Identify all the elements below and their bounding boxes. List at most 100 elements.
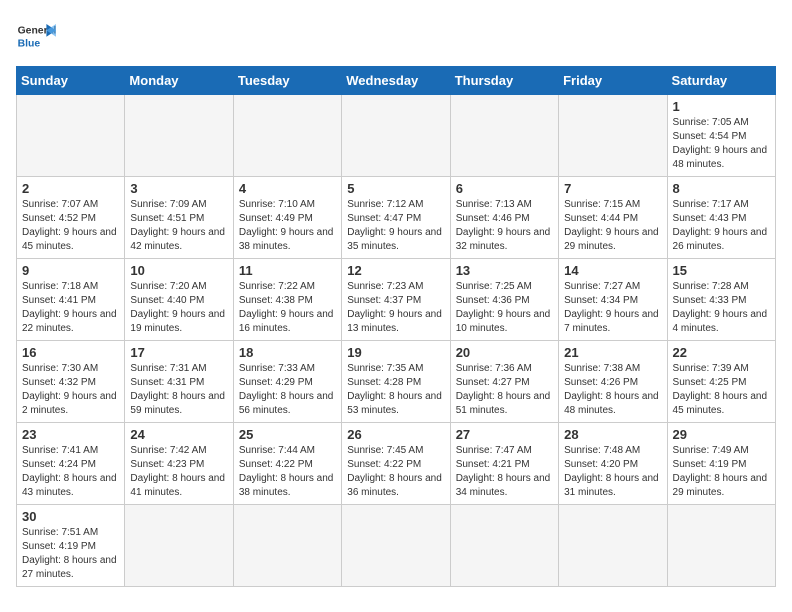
day-number: 12 [347, 263, 444, 278]
day-info: Sunrise: 7:10 AM Sunset: 4:49 PM Dayligh… [239, 198, 336, 254]
day-number: 21 [564, 345, 661, 360]
day-info: Sunrise: 7:30 AM Sunset: 4:32 PM Dayligh… [22, 362, 119, 418]
calendar-cell [559, 505, 667, 587]
calendar-cell: 30 Sunrise: 7:51 AM Sunset: 4:19 PM Dayli… [17, 505, 125, 587]
day-info: Sunrise: 7:51 AM Sunset: 4:19 PM Dayligh… [22, 526, 119, 582]
calendar-cell: 25 Sunrise: 7:44 AM Sunset: 4:22 PM Dayli… [233, 423, 341, 505]
day-info: Sunrise: 7:15 AM Sunset: 4:44 PM Dayligh… [564, 198, 661, 254]
calendar-cell: 3 Sunrise: 7:09 AM Sunset: 4:51 PM Daylig… [125, 177, 233, 259]
day-info: Sunrise: 7:31 AM Sunset: 4:31 PM Dayligh… [130, 362, 227, 418]
calendar-cell: 9 Sunrise: 7:18 AM Sunset: 4:41 PM Daylig… [17, 259, 125, 341]
day-number: 11 [239, 263, 336, 278]
day-number: 9 [22, 263, 119, 278]
day-info: Sunrise: 7:47 AM Sunset: 4:21 PM Dayligh… [456, 444, 553, 500]
calendar-week-row: 1 Sunrise: 7:05 AM Sunset: 4:54 PM Daylig… [17, 95, 776, 177]
weekday-header-friday: Friday [559, 67, 667, 95]
day-number: 24 [130, 427, 227, 442]
calendar-cell: 14Sunrise: 7:27 AM Sunset: 4:34 PM Dayli… [559, 259, 667, 341]
calendar-cell: 16 Sunrise: 7:30 AM Sunset: 4:32 PM Dayli… [17, 341, 125, 423]
calendar-cell: 7 Sunrise: 7:15 AM Sunset: 4:44 PM Daylig… [559, 177, 667, 259]
day-info: Sunrise: 7:07 AM Sunset: 4:52 PM Dayligh… [22, 198, 119, 254]
day-number: 8 [673, 181, 770, 196]
day-number: 7 [564, 181, 661, 196]
day-number: 25 [239, 427, 336, 442]
day-number: 26 [347, 427, 444, 442]
calendar-cell: 15 Sunrise: 7:28 AM Sunset: 4:33 PM Dayli… [667, 259, 775, 341]
calendar-cell: 21 Sunrise: 7:38 AM Sunset: 4:26 PM Dayli… [559, 341, 667, 423]
calendar-cell: 24 Sunrise: 7:42 AM Sunset: 4:23 PM Dayli… [125, 423, 233, 505]
day-number: 5 [347, 181, 444, 196]
calendar-cell: 10Sunrise: 7:20 AM Sunset: 4:40 PM Dayli… [125, 259, 233, 341]
weekday-header-monday: Monday [125, 67, 233, 95]
day-number: 10 [130, 263, 227, 278]
day-number: 23 [22, 427, 119, 442]
day-number: 15 [673, 263, 770, 278]
day-info: Sunrise: 7:33 AM Sunset: 4:29 PM Dayligh… [239, 362, 336, 418]
calendar-cell: 29Sunrise: 7:49 AM Sunset: 4:19 PM Dayli… [667, 423, 775, 505]
calendar-week-row: 23Sunrise: 7:41 AM Sunset: 4:24 PM Dayli… [17, 423, 776, 505]
calendar-cell [450, 95, 558, 177]
page-header: General Blue [16, 16, 776, 56]
calendar-cell: 1 Sunrise: 7:05 AM Sunset: 4:54 PM Daylig… [667, 95, 775, 177]
weekday-header-thursday: Thursday [450, 67, 558, 95]
logo-icon: General Blue [16, 16, 56, 56]
day-info: Sunrise: 7:12 AM Sunset: 4:47 PM Dayligh… [347, 198, 444, 254]
day-number: 4 [239, 181, 336, 196]
calendar-cell [125, 505, 233, 587]
calendar-cell [450, 505, 558, 587]
day-info: Sunrise: 7:38 AM Sunset: 4:26 PM Dayligh… [564, 362, 661, 418]
calendar-cell: 17 Sunrise: 7:31 AM Sunset: 4:31 PM Dayli… [125, 341, 233, 423]
day-number: 2 [22, 181, 119, 196]
calendar-cell: 12 Sunrise: 7:23 AM Sunset: 4:37 PM Dayli… [342, 259, 450, 341]
calendar-cell [559, 95, 667, 177]
day-number: 29 [673, 427, 770, 442]
day-number: 13 [456, 263, 553, 278]
day-number: 6 [456, 181, 553, 196]
calendar-cell: 28Sunrise: 7:48 AM Sunset: 4:20 PM Dayli… [559, 423, 667, 505]
calendar-cell: 5 Sunrise: 7:12 AM Sunset: 4:47 PM Daylig… [342, 177, 450, 259]
day-info: Sunrise: 7:45 AM Sunset: 4:22 PM Dayligh… [347, 444, 444, 500]
calendar-cell: 13 Sunrise: 7:25 AM Sunset: 4:36 PM Dayli… [450, 259, 558, 341]
calendar-cell: 22 Sunrise: 7:39 AM Sunset: 4:25 PM Dayli… [667, 341, 775, 423]
calendar-week-row: 16 Sunrise: 7:30 AM Sunset: 4:32 PM Dayli… [17, 341, 776, 423]
day-info: Sunrise: 7:39 AM Sunset: 4:25 PM Dayligh… [673, 362, 770, 418]
day-info: Sunrise: 7:25 AM Sunset: 4:36 PM Dayligh… [456, 280, 553, 336]
weekday-header-wednesday: Wednesday [342, 67, 450, 95]
day-number: 19 [347, 345, 444, 360]
day-info: Sunrise: 7:13 AM Sunset: 4:46 PM Dayligh… [456, 198, 553, 254]
calendar-cell [667, 505, 775, 587]
day-info: Sunrise: 7:35 AM Sunset: 4:28 PM Dayligh… [347, 362, 444, 418]
day-info: Sunrise: 7:44 AM Sunset: 4:22 PM Dayligh… [239, 444, 336, 500]
calendar-week-row: 9 Sunrise: 7:18 AM Sunset: 4:41 PM Daylig… [17, 259, 776, 341]
weekday-header-row: SundayMondayTuesdayWednesdayThursdayFrid… [17, 67, 776, 95]
calendar-table: SundayMondayTuesdayWednesdayThursdayFrid… [16, 66, 776, 587]
day-number: 18 [239, 345, 336, 360]
day-info: Sunrise: 7:27 AM Sunset: 4:34 PM Dayligh… [564, 280, 661, 336]
day-info: Sunrise: 7:42 AM Sunset: 4:23 PM Dayligh… [130, 444, 227, 500]
calendar-cell [233, 505, 341, 587]
weekday-header-saturday: Saturday [667, 67, 775, 95]
calendar-cell: 2 Sunrise: 7:07 AM Sunset: 4:52 PM Daylig… [17, 177, 125, 259]
calendar-week-row: 2 Sunrise: 7:07 AM Sunset: 4:52 PM Daylig… [17, 177, 776, 259]
day-number: 30 [22, 509, 119, 524]
day-number: 1 [673, 99, 770, 114]
calendar-cell: 4 Sunrise: 7:10 AM Sunset: 4:49 PM Daylig… [233, 177, 341, 259]
calendar-cell: 19 Sunrise: 7:35 AM Sunset: 4:28 PM Dayli… [342, 341, 450, 423]
day-info: Sunrise: 7:28 AM Sunset: 4:33 PM Dayligh… [673, 280, 770, 336]
day-number: 3 [130, 181, 227, 196]
day-info: Sunrise: 7:18 AM Sunset: 4:41 PM Dayligh… [22, 280, 119, 336]
calendar-cell [342, 505, 450, 587]
day-info: Sunrise: 7:23 AM Sunset: 4:37 PM Dayligh… [347, 280, 444, 336]
day-info: Sunrise: 7:09 AM Sunset: 4:51 PM Dayligh… [130, 198, 227, 254]
day-info: Sunrise: 7:36 AM Sunset: 4:27 PM Dayligh… [456, 362, 553, 418]
day-number: 16 [22, 345, 119, 360]
day-number: 17 [130, 345, 227, 360]
calendar-cell: 11Sunrise: 7:22 AM Sunset: 4:38 PM Dayli… [233, 259, 341, 341]
day-number: 22 [673, 345, 770, 360]
day-info: Sunrise: 7:48 AM Sunset: 4:20 PM Dayligh… [564, 444, 661, 500]
calendar-cell: 20Sunrise: 7:36 AM Sunset: 4:27 PM Dayli… [450, 341, 558, 423]
day-info: Sunrise: 7:05 AM Sunset: 4:54 PM Dayligh… [673, 116, 770, 172]
svg-text:Blue: Blue [18, 38, 41, 49]
calendar-cell: 6 Sunrise: 7:13 AM Sunset: 4:46 PM Daylig… [450, 177, 558, 259]
day-info: Sunrise: 7:17 AM Sunset: 4:43 PM Dayligh… [673, 198, 770, 254]
